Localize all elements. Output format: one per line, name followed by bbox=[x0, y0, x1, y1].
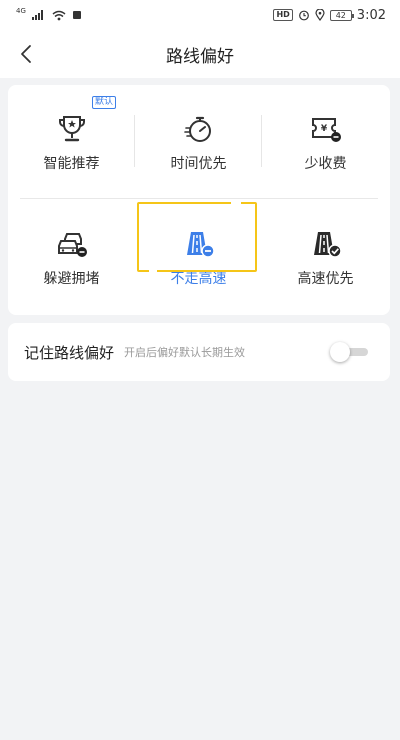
route-options-card: 默认 智能推荐 时间优先 ¥ 少收费 躲避拥堵 不走高速 高速优先 bbox=[8, 85, 390, 315]
option-less-toll[interactable]: ¥ 少收费 bbox=[262, 85, 389, 190]
page-title: 路线偏好 bbox=[166, 46, 234, 67]
svg-text:¥: ¥ bbox=[320, 124, 327, 134]
stopwatch-icon bbox=[181, 113, 217, 145]
options-row: 默认 智能推荐 时间优先 ¥ 少收费 bbox=[8, 85, 390, 190]
option-label: 高速优先 bbox=[297, 271, 354, 287]
option-label: 时间优先 bbox=[170, 156, 227, 172]
toll-ticket-icon: ¥ bbox=[308, 113, 344, 145]
remember-preference-card: 记住路线偏好 开启后偏好默认长期生效 bbox=[8, 323, 390, 381]
option-label: 少收费 bbox=[304, 156, 347, 172]
option-smart-recommend[interactable]: 默认 智能推荐 bbox=[8, 85, 135, 190]
battery-icon: 42 bbox=[329, 9, 354, 21]
alarm-icon bbox=[298, 10, 309, 21]
wifi-icon bbox=[52, 10, 66, 20]
default-badge: 默认 bbox=[92, 96, 117, 109]
selection-frame bbox=[137, 201, 257, 273]
hd-badge: HD bbox=[273, 9, 293, 21]
traffic-cars-icon bbox=[54, 228, 90, 260]
option-highway-first[interactable]: 高速优先 bbox=[262, 200, 389, 305]
option-no-highway[interactable]: 不走高速 bbox=[135, 200, 262, 305]
chevron-left-icon bbox=[21, 45, 31, 63]
row-divider bbox=[20, 198, 378, 199]
remember-preference-label: 记住路线偏好 bbox=[24, 343, 115, 362]
signal-icon bbox=[31, 10, 43, 20]
notification-icon bbox=[72, 11, 81, 19]
clock: 3:02 bbox=[356, 7, 386, 23]
toggle-knob bbox=[330, 342, 350, 362]
option-time-first[interactable]: 时间优先 bbox=[135, 85, 262, 190]
highway-check-icon bbox=[308, 228, 344, 260]
options-row: 躲避拥堵 不走高速 高速优先 bbox=[8, 200, 390, 305]
option-label: 躲避拥堵 bbox=[43, 271, 100, 287]
nav-bar: 路线偏好 bbox=[0, 30, 400, 78]
trophy-icon bbox=[54, 113, 90, 145]
remember-preference-hint: 开启后偏好默认长期生效 bbox=[124, 346, 246, 359]
status-bar: 4G HD 42 3:02 bbox=[0, 0, 400, 30]
location-icon bbox=[315, 9, 325, 21]
option-label: 智能推荐 bbox=[43, 156, 100, 172]
network-type: 4G bbox=[16, 7, 26, 15]
back-button[interactable] bbox=[10, 38, 42, 70]
option-avoid-congestion[interactable]: 躲避拥堵 bbox=[8, 200, 135, 305]
remember-preference-toggle[interactable] bbox=[330, 342, 368, 362]
